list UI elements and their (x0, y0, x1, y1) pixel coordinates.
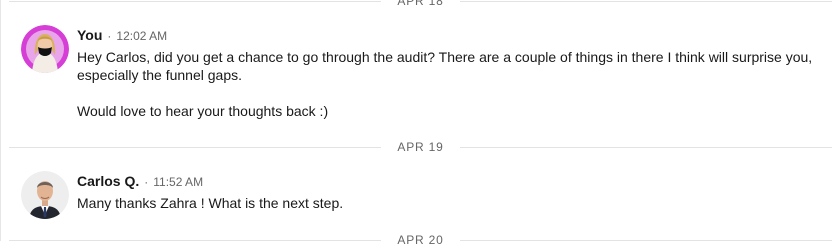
message-thread: APR 18 You · 12:02 AM Hey Carlos, did yo… (0, 0, 832, 247)
divider-line (459, 146, 832, 148)
sender-name[interactable]: Carlos Q. (77, 171, 139, 191)
date-divider: APR 19 (9, 139, 832, 155)
date-divider: APR 18 (9, 0, 832, 9)
message-timestamp: 11:52 AM (153, 175, 204, 189)
message-item: Carlos Q. · 11:52 AM Many thanks Zahra !… (21, 171, 820, 219)
message-timestamp: 12:02 AM (116, 29, 168, 43)
message-meta: Carlos Q. · 11:52 AM (77, 171, 820, 191)
contact-avatar-icon (21, 171, 69, 219)
message-text: Hey Carlos, did you get a chance to go t… (77, 49, 813, 119)
date-divider-label: APR 18 (397, 0, 444, 8)
message-text: Many thanks Zahra ! What is the next ste… (77, 195, 344, 211)
message-meta: You · 12:02 AM (77, 25, 820, 45)
divider-line (459, 0, 832, 2)
date-divider-label: APR 19 (397, 140, 444, 154)
meta-separator: · (107, 29, 112, 43)
divider-line (9, 146, 382, 148)
message-body: You · 12:02 AM Hey Carlos, did you get a… (77, 25, 820, 120)
message-body: Carlos Q. · 11:52 AM Many thanks Zahra !… (77, 171, 820, 219)
divider-line (9, 239, 382, 241)
avatar[interactable] (21, 171, 69, 219)
date-divider: APR 20 (9, 232, 832, 248)
avatar[interactable] (21, 25, 69, 73)
date-divider-label: APR 20 (397, 233, 444, 247)
divider-line (9, 0, 382, 2)
message-item: You · 12:02 AM Hey Carlos, did you get a… (21, 25, 820, 120)
sender-name[interactable]: You (77, 25, 102, 45)
meta-separator: · (144, 175, 149, 189)
user-avatar-icon (21, 25, 69, 73)
divider-line (459, 239, 832, 241)
